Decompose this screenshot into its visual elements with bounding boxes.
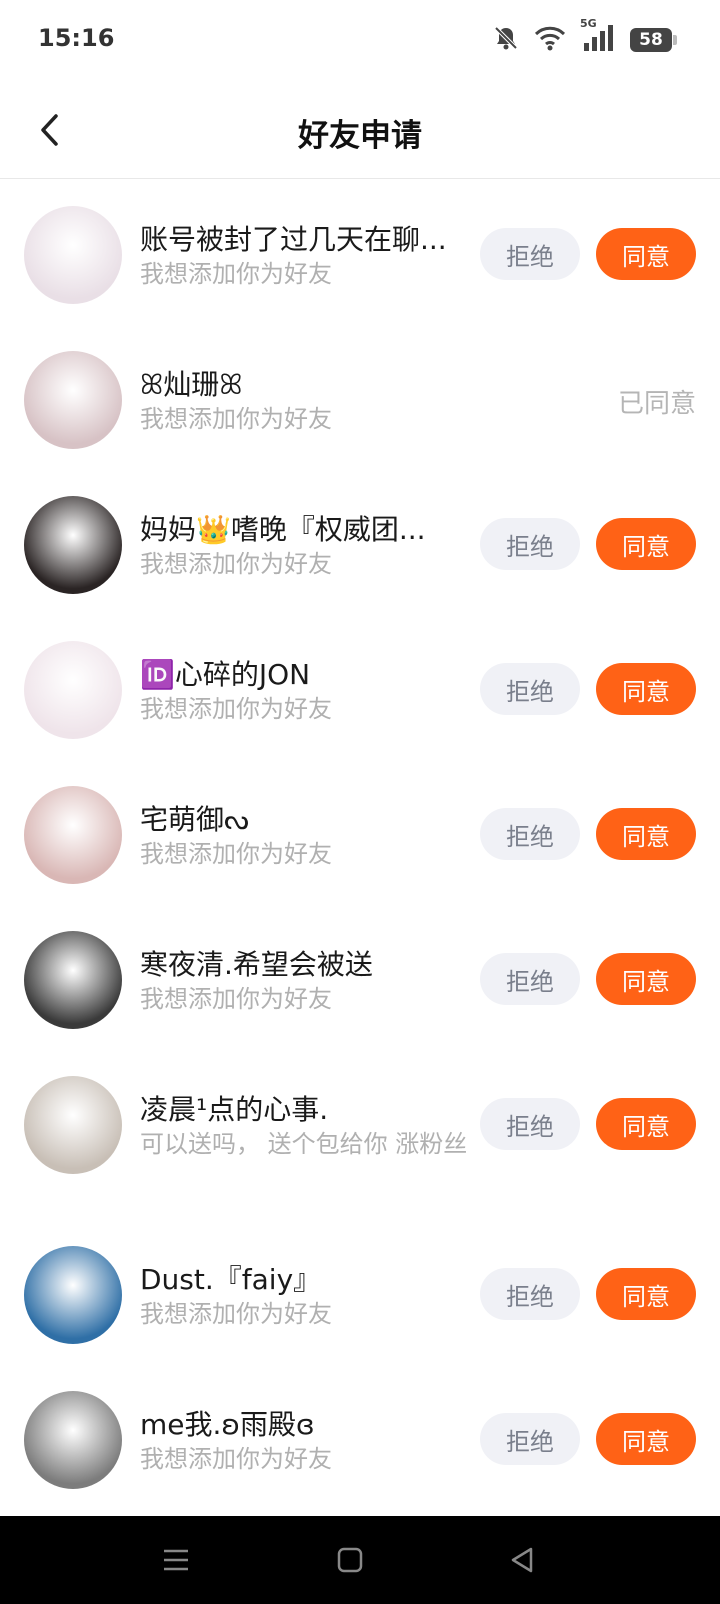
home-button[interactable] bbox=[326, 1536, 374, 1584]
request-name: 寒夜清.希望会被送 bbox=[140, 948, 373, 981]
accept-button[interactable]: 同意 bbox=[596, 518, 696, 570]
request-row[interactable]: 账号被封了过几天在聊... 我想添加你为好友 拒绝 同意 bbox=[0, 200, 720, 330]
back-nav-button[interactable] bbox=[498, 1536, 546, 1584]
request-name: Dust.『faiy』 bbox=[140, 1263, 322, 1296]
mute-icon bbox=[492, 24, 520, 56]
menu-button[interactable] bbox=[152, 1536, 200, 1584]
request-message: 我想添加你为好友 bbox=[140, 840, 332, 868]
reject-button[interactable]: 拒绝 bbox=[480, 663, 580, 715]
request-name: 宅萌御ᔓ bbox=[140, 803, 249, 836]
avatar[interactable] bbox=[24, 931, 122, 1029]
battery-level: 58 bbox=[639, 30, 663, 50]
accept-button[interactable]: 同意 bbox=[596, 228, 696, 280]
reject-button[interactable]: 拒绝 bbox=[480, 953, 580, 1005]
reject-button[interactable]: 拒绝 bbox=[480, 1268, 580, 1320]
request-name: 妈妈👑嗜晚『权威团... bbox=[140, 513, 426, 546]
request-row[interactable]: 🆔心碎的JON 我想添加你为好友 拒绝 同意 bbox=[0, 635, 720, 765]
avatar[interactable] bbox=[24, 1391, 122, 1489]
request-name: 账号被封了过几天在聊... bbox=[140, 223, 447, 256]
request-message: 我想添加你为好友 bbox=[140, 405, 332, 433]
accept-button[interactable]: 同意 bbox=[596, 808, 696, 860]
menu-icon bbox=[164, 1549, 188, 1571]
request-message: 我想添加你为好友 bbox=[140, 985, 332, 1013]
request-row[interactable]: me我.ʚ雨殿ɞ 我想添加你为好友 拒绝 同意 bbox=[0, 1385, 720, 1515]
avatar[interactable] bbox=[24, 641, 122, 739]
request-row[interactable]: 寒夜清.希望会被送我想添加你为好友 拒绝 同意 bbox=[0, 925, 720, 1055]
accept-button[interactable]: 同意 bbox=[596, 1413, 696, 1465]
status-bar: 15:16 5G 58 bbox=[0, 0, 720, 82]
request-message: 我想添加你为好友 bbox=[140, 1300, 332, 1328]
request-message: 我想添加你为好友 bbox=[140, 260, 332, 288]
reject-button[interactable]: 拒绝 bbox=[480, 1413, 580, 1465]
avatar[interactable] bbox=[24, 206, 122, 304]
request-message: 我想添加你为好友 bbox=[140, 550, 332, 578]
request-name: 凌晨¹点的心事. bbox=[140, 1093, 329, 1126]
avatar[interactable] bbox=[24, 496, 122, 594]
reject-button[interactable]: 拒绝 bbox=[480, 518, 580, 570]
reject-button[interactable]: 拒绝 bbox=[480, 228, 580, 280]
header: 好友申请 bbox=[0, 82, 720, 179]
request-row[interactable]: Dust.『faiy』我想添加你为好友 拒绝 同意 bbox=[0, 1240, 720, 1370]
request-row[interactable]: ꕤ灿珊ꕤ 我想添加你为好友 已同意 bbox=[0, 345, 720, 475]
accept-button[interactable]: 同意 bbox=[596, 953, 696, 1005]
network-type-label: 5G bbox=[580, 17, 597, 30]
avatar[interactable] bbox=[24, 1246, 122, 1344]
system-navigation-bar bbox=[0, 1516, 720, 1604]
request-message: 我想添加你为好友 bbox=[140, 1445, 332, 1473]
status-time: 15:16 bbox=[38, 24, 115, 52]
triangle-back-icon bbox=[511, 1547, 533, 1573]
battery-icon: 58 bbox=[630, 28, 677, 52]
accept-button[interactable]: 同意 bbox=[596, 1268, 696, 1320]
wifi-icon bbox=[534, 25, 566, 55]
avatar[interactable] bbox=[24, 351, 122, 449]
request-name: 🆔心碎的JON bbox=[140, 658, 311, 691]
avatar[interactable] bbox=[24, 1076, 122, 1174]
accepted-status: 已同意 bbox=[617, 389, 696, 419]
request-name: me我.ʚ雨殿ɞ bbox=[140, 1408, 315, 1441]
request-message: 可以送吗， 送个包给你 涨粉丝 bbox=[140, 1130, 468, 1158]
accept-button[interactable]: 同意 bbox=[596, 663, 696, 715]
request-row[interactable]: 凌晨¹点的心事. 可以送吗， 送个包给你 涨粉丝 拒绝 同意 bbox=[0, 1070, 720, 1200]
page-title: 好友申请 bbox=[298, 118, 422, 154]
avatar[interactable] bbox=[24, 786, 122, 884]
square-home-icon bbox=[337, 1547, 363, 1573]
request-name: ꕤ灿珊ꕤ bbox=[140, 368, 243, 401]
reject-button[interactable]: 拒绝 bbox=[480, 808, 580, 860]
request-row[interactable]: 宅萌御ᔓ 我想添加你为好友 拒绝 同意 bbox=[0, 780, 720, 910]
reject-button[interactable]: 拒绝 bbox=[480, 1098, 580, 1150]
accept-button[interactable]: 同意 bbox=[596, 1098, 696, 1150]
request-row[interactable]: 妈妈👑嗜晚『权威团... 我想添加你为好友 拒绝 同意 bbox=[0, 490, 720, 620]
status-icons: 5G 58 bbox=[492, 17, 677, 58]
cellular-signal-icon: 5G bbox=[580, 17, 616, 57]
request-message: 我想添加你为好友 bbox=[140, 695, 332, 723]
